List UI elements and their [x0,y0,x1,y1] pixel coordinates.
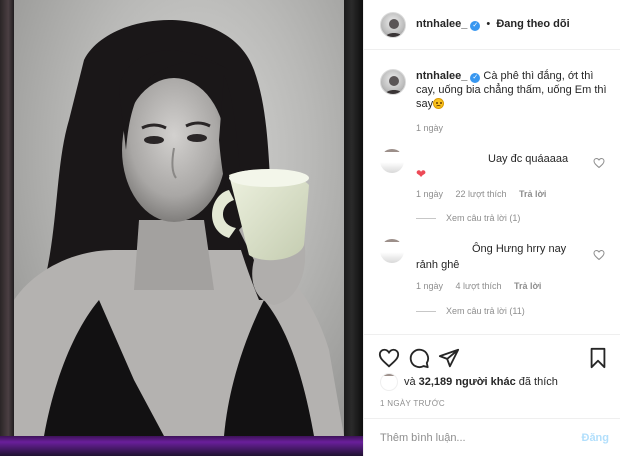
author-avatar[interactable] [380,11,406,38]
verified-badge-icon: ✓ [470,73,481,83]
post-sidebar: ntnhalee_ ✓ • Đang theo dõi ntnhalee_ ✓ Cà… [363,0,620,456]
comment-text-line-1: Ông Hưng hrry nay [472,243,567,255]
add-comment-bar: Đăng [364,418,620,456]
view-replies-link[interactable]: Xem câu trả lời (11) [416,306,525,316]
view-replies-link[interactable]: Xem câu trả lời (1) [416,213,520,223]
comment-time[interactable]: 1 ngày [416,281,443,291]
photo-bottom-strip [0,436,363,456]
view-replies-label: Xem câu trả lời (11) [446,306,525,316]
comment-likes[interactable]: 22 lượt thích [456,189,507,199]
comment-icon[interactable] [408,347,430,369]
share-icon[interactable] [438,347,460,369]
reply-button[interactable]: Trả lời [514,281,541,291]
author-username[interactable]: ntnhalee_ [416,18,467,30]
reply-button[interactable]: Trả lời [519,189,546,199]
commenter-avatar[interactable] [380,239,404,263]
portrait-illustration [14,20,344,436]
liker-avatar[interactable] [380,373,398,391]
post-photo[interactable] [14,0,344,436]
post-actions: và 32,189 người khác đã thích 1 NGÀY TRƯ… [364,334,620,418]
post-header: ntnhalee_ ✓ • Đang theo dõi [364,0,620,50]
replies-divider-line [416,217,436,219]
comment-item: Ông Hưng hrry nay rảnh ghê 1 ngày 4 lượt… [380,239,615,321]
comment-text-line-2: rảnh ghê [416,259,460,271]
heart-reaction-icon: ❤ [416,167,427,181]
comment-like-heart-icon[interactable] [593,249,605,261]
comment-time[interactable]: 1 ngày [416,189,443,199]
comment-input[interactable] [380,431,570,444]
photo-right-edge [344,0,363,436]
caption-username[interactable]: ntnhalee_ [416,70,467,82]
likes-count[interactable]: 32,189 người khác [419,376,516,388]
post-timestamp[interactable]: 1 NGÀY TRƯỚC [380,399,445,408]
likes-summary: và 32,189 người khác đã thích [380,373,558,391]
comment-meta: 1 ngày 22 lượt thích Trả lời [416,189,556,199]
comments-list[interactable]: ntnhalee_ ✓ Cà phê thì đắng, ớt thì cay, … [364,51,620,334]
likes-suffix: đã thích [518,376,558,388]
comment-text: Uay đc quáaaaa [488,153,569,165]
header-text: ntnhalee_ ✓ • Đang theo dõi [416,18,570,31]
bookmark-icon[interactable] [587,347,609,369]
comment-like-heart-icon[interactable] [593,157,605,169]
heart-icon[interactable] [378,347,400,369]
caption-avatar[interactable] [380,69,406,95]
comment-item: Uay đc quáaaaa ❤ 1 ngày 22 lượt thích Tr… [380,149,615,229]
commenter-avatar[interactable] [380,149,404,173]
caption: ntnhalee_ ✓ Cà phê thì đắng, ớt thì cay, … [380,69,610,111]
photo-left-edge [0,0,14,436]
follow-button[interactable]: Đang theo dõi [496,18,569,30]
separator-dot: • [486,18,491,30]
replies-divider-line [416,310,436,312]
likes-prefix: và [404,376,416,388]
comment-meta: 1 ngày 4 lượt thích Trả lời [416,281,551,291]
post-comment-button[interactable]: Đăng [582,432,610,444]
caption-body: ntnhalee_ ✓ Cà phê thì đắng, ớt thì cay, … [416,69,610,111]
comment-likes[interactable]: 4 lượt thích [456,281,502,291]
caption-time[interactable]: 1 ngày [416,123,443,133]
weary-face-icon [433,98,445,109]
post-photo-panel [0,0,363,456]
view-replies-label: Xem câu trả lời (1) [446,213,521,223]
verified-badge-icon: ✓ [470,21,481,31]
